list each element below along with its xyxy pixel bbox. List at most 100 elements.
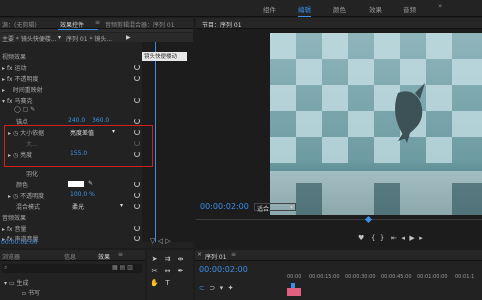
reset-icon[interactable] — [134, 75, 140, 81]
ruler-tick: 00:00:45:00 — [381, 274, 412, 280]
anchor-y-value[interactable]: 360.0 — [92, 117, 109, 124]
fit-dropdown[interactable]: 适合 ▾ — [254, 203, 296, 213]
effect-controls-timecode[interactable]: 00:00:02:00 — [1, 239, 38, 248]
tree-item-write[interactable]: ▫ 书写 — [22, 288, 40, 297]
effect-row-mosaic[interactable]: ▾ fx 马赛克 — [2, 96, 33, 105]
play-audio-icon[interactable]: ▶ — [126, 34, 131, 41]
close-icon[interactable]: × — [197, 251, 202, 258]
go-to-in-icon[interactable]: ⇤ — [391, 234, 397, 242]
timeline-timecode[interactable]: 00:00:02:00 — [199, 265, 248, 274]
workspace-tab-color[interactable]: 颜色 — [333, 4, 346, 14]
mosaic-video-frame — [270, 33, 482, 215]
program-timecode[interactable]: 00:00:02:00 — [200, 202, 249, 211]
panel-menu-icon[interactable]: ≡ — [118, 251, 123, 258]
filter-icon[interactable]: ▦ ▤ ▥ — [112, 264, 133, 271]
effect-row-volume[interactable]: ▸ fx 音量 — [2, 224, 27, 233]
color-swatch[interactable] — [68, 181, 84, 187]
workspace-tab-editing[interactable]: 编辑 — [298, 4, 311, 17]
play-icon[interactable]: ▶ — [409, 234, 414, 242]
reset-icon[interactable] — [134, 118, 140, 124]
effect-row-time-remap[interactable]: ▸ 时间重映射 — [2, 85, 43, 94]
tab-effects[interactable]: 效果 — [98, 252, 110, 261]
opacity2-value[interactable]: 100.0 % — [70, 191, 95, 198]
breadcrumb-source[interactable]: 主要 * 镜头快便楼... — [2, 34, 57, 43]
panel-menu-icon[interactable]: ≡ — [95, 19, 100, 26]
add-marker-icon[interactable]: ▾ — [220, 284, 224, 292]
snap-icon[interactable]: ⊂ — [199, 284, 205, 292]
search-input[interactable] — [11, 264, 106, 272]
video-preview[interactable] — [270, 33, 482, 215]
ellipse-mask-icon[interactable]: ◯ — [14, 106, 21, 113]
tab-effect-controls[interactable]: 效果控件 — [60, 20, 84, 29]
reset-icon[interactable] — [134, 192, 140, 198]
linked-selection-icon[interactable]: ⊃ — [209, 284, 215, 292]
param-opacity2: ▸ ◷ 不透明度 100.0 % — [8, 191, 95, 200]
tab-info[interactable]: 信息 — [64, 252, 76, 261]
razor-tool-icon[interactable]: ✂ — [150, 267, 159, 276]
param-size-basis: ▸ ◷ 大小依据 亮度差值 ▾ — [8, 128, 116, 137]
panel-menu-icon[interactable]: ≡ — [231, 251, 236, 258]
pen-mask-icon[interactable]: ✎ — [30, 106, 35, 113]
workspace-tab-effects[interactable]: 效果 — [369, 4, 382, 14]
chevron-down-icon[interactable]: ▾ — [58, 34, 61, 41]
breadcrumb-sequence[interactable]: 序列 01 * 镜头... — [66, 34, 112, 43]
clip-label-bar[interactable]: 镜头快便楼动 — [142, 52, 187, 61]
effect-row-motion[interactable]: ▸ fx 运动 — [2, 63, 27, 72]
settings-icon[interactable]: ✦ — [228, 284, 234, 292]
reset-icon[interactable] — [134, 181, 140, 187]
reset-icon[interactable] — [134, 64, 140, 70]
time-ruler[interactable]: 00:00 00:00:15:00 00:00:30:00 00:00:45:0… — [283, 274, 482, 283]
workspace-tab-audio[interactable]: 音频 — [403, 4, 416, 14]
reset-icon[interactable] — [134, 129, 140, 135]
mark-out-icon[interactable]: } — [380, 234, 384, 242]
timeline-title[interactable]: 序列 01 — [205, 252, 227, 261]
section-video-effects: 视频效果 — [2, 54, 27, 61]
scrub-bar[interactable] — [196, 219, 482, 220]
effects-browser-tabs: 浏览器 信息 效果 ≡ — [0, 250, 145, 261]
anchor-x-value[interactable]: 240.0 — [68, 117, 85, 124]
scrub-playhead[interactable] — [364, 215, 373, 224]
reset-icon[interactable] — [134, 235, 140, 241]
stopwatch-icon[interactable]: ◷ — [13, 130, 18, 137]
opacity2-label: 不透明度 — [20, 193, 45, 200]
size-basis-dropdown[interactable]: 亮度差值 — [70, 128, 94, 137]
stopwatch-icon[interactable]: ◷ — [13, 193, 18, 200]
ripple-edit-icon[interactable]: ⇹ — [176, 255, 185, 264]
effect-row-opacity[interactable]: ▸ fx 不透明度 — [2, 74, 39, 83]
tab-source[interactable]: 源：(无剪辑) — [2, 20, 37, 29]
rect-mask-icon[interactable]: ▢ — [23, 106, 29, 113]
filter-icon[interactable]: ▽ ◁ ▷ — [150, 237, 171, 245]
more-icon[interactable]: » — [438, 2, 442, 10]
marker-icon[interactable]: ♥ — [358, 234, 364, 242]
reset-icon[interactable] — [134, 225, 140, 231]
tab-media-browser[interactable]: 浏览器 — [2, 252, 20, 261]
mark-in-icon[interactable]: { — [371, 234, 375, 242]
stopwatch-icon[interactable]: ◷ — [13, 152, 18, 159]
hand-tool-icon[interactable]: ✋ — [150, 279, 159, 288]
program-monitor-header: 节目：序列 01 — [196, 18, 482, 29]
workspace-tab-assembly[interactable]: 组件 — [263, 4, 276, 14]
reset-icon[interactable] — [134, 203, 140, 209]
timeline-playhead[interactable] — [291, 283, 295, 288]
transport-controls: ♥ { } ⇤ ◂ ▶ ▸ — [358, 234, 478, 244]
slip-tool-icon[interactable]: ↔ — [163, 267, 172, 276]
track-select-icon[interactable]: ⇉ — [163, 255, 172, 264]
chevron-down-icon[interactable]: ▾ — [120, 202, 123, 209]
brightness-value[interactable]: 155.0 — [70, 150, 87, 157]
tree-item-generate[interactable]: ▾ ▭ 生成 — [4, 278, 29, 287]
reset-icon[interactable] — [134, 97, 140, 103]
timeline-panel: × 序列 01 ≡ 00:00:02:00 00:00 00:00:15:00 … — [195, 250, 482, 300]
blend-dropdown[interactable]: 柔光 — [72, 202, 84, 211]
selection-tool-icon[interactable]: ➤ — [150, 255, 159, 264]
eyedropper-icon[interactable]: ✎ — [88, 180, 93, 187]
program-monitor-title[interactable]: 节目：序列 01 — [202, 20, 242, 29]
pen-tool-icon[interactable]: ✒ — [176, 267, 185, 276]
reset-icon[interactable] — [134, 151, 140, 157]
step-forward-icon[interactable]: ▸ — [419, 234, 423, 242]
text-tool-icon[interactable]: T — [163, 279, 172, 288]
tab-audio-clip-mixer[interactable]: 音频剪辑混合器：序列 01 — [105, 20, 175, 29]
work-area-clip[interactable] — [287, 288, 301, 296]
param-size2: 大... — [26, 141, 38, 148]
chevron-down-icon[interactable]: ▾ — [112, 128, 115, 135]
step-back-icon[interactable]: ◂ — [401, 234, 405, 242]
